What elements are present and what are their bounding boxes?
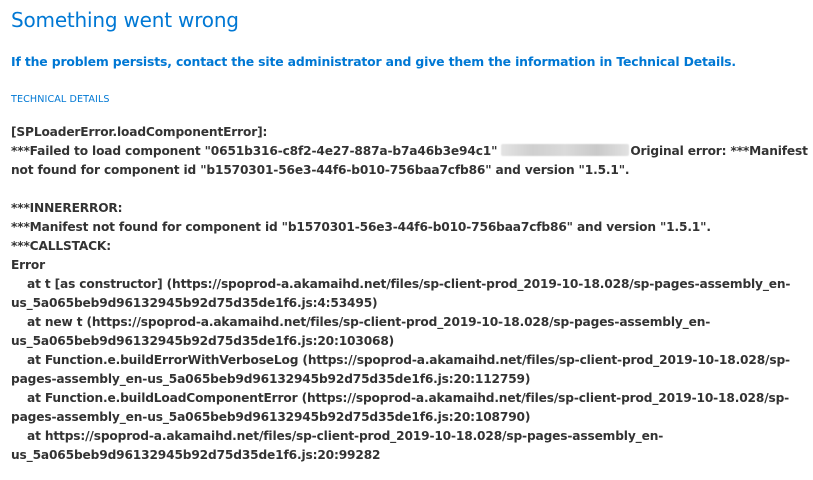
stack-frame-continuation: pages-assembly_en-us_5a065beb9d96132945b… [11,372,531,386]
callstack-label: ***CALLSTACK: [11,239,111,253]
stack-frame-continuation: us_5a065beb9d96132945b92d75d35de1f6.js:2… [11,334,395,348]
technical-details-header: TECHNICAL DETAILS [11,94,110,105]
redacted-block [501,144,630,156]
stack-frame-continuation: us_5a065beb9d96132945b92d75d35de1f6.js:2… [11,448,381,462]
stack-frame-line: at Function.e.buildLoadComponentError (h… [27,391,790,405]
innererror-label: ***INNERERROR: [11,201,123,215]
error-subtitle: If the problem persists, contact the sit… [11,54,736,69]
original-error-text: Original error: ***Manifest [630,144,808,158]
innererror-message: ***Manifest not found for component id "… [11,220,711,234]
failed-component-text: ***Failed to load component "0651b316-c8… [11,144,498,158]
page-title: Something went wrong [11,8,239,32]
stack-frame-continuation: pages-assembly_en-us_5a065beb9d96132945b… [11,410,531,424]
failed-component-line-2: not found for component id "b1570301-56e… [11,163,630,177]
stack-frame-continuation: us_5a065beb9d96132945b92d75d35de1f6.js:4… [11,296,378,310]
failed-component-line: ***Failed to load component "0651b316-c8… [11,142,808,161]
stack-frame-line: at new t (https://spoprod-a.akamaihd.net… [27,315,711,329]
stack-frame-line: at https://spoprod-a.akamaihd.net/files/… [27,429,664,443]
loader-error-line: [SPLoaderError.loadComponentError]: [11,125,268,139]
error-label: Error [11,258,45,272]
stack-frame-line: at Function.e.buildErrorWithVerboseLog (… [27,353,790,367]
technical-details-body: [SPLoaderError.loadComponentError]: ***F… [11,123,808,465]
stack-frame-line: at t [as constructor] (https://spoprod-a… [27,277,791,291]
